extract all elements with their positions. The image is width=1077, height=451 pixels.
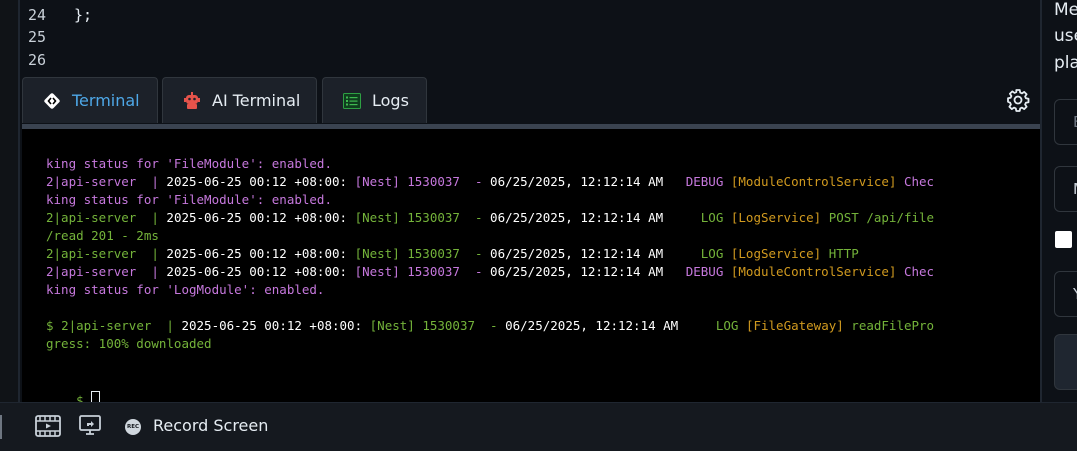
panel-button[interactable] (1054, 334, 1077, 390)
video-player-icon[interactable] (35, 413, 61, 439)
record-icon[interactable]: REC (125, 419, 141, 435)
terminal-line: 2|api-server | 2025-06-25 00:12 +08:00: … (46, 245, 859, 263)
terminal-line: 2|api-server | 2025-06-25 00:12 +08:00: … (46, 263, 934, 281)
terminal-line: king status for 'FileModule': enabled. (46, 155, 332, 173)
toolbar-divider (0, 415, 2, 439)
terminal-tab-bar: Terminal AI Terminal Logs (22, 76, 1040, 124)
left-gutter-strip (0, 0, 20, 402)
terminal-text-segment: gress: 100% downloaded (46, 336, 212, 351)
terminal-text-segment: HTTP (828, 246, 859, 261)
terminal-text-segment: king status for 'FileModule': enabled. (46, 192, 332, 207)
terminal-line: $ 2|api-server | 2025-06-25 00:12 +08:00… (46, 317, 934, 335)
terminal-text-segment: DEBUG (685, 174, 731, 189)
panel-text-line: Me (1054, 0, 1077, 20)
terminal-text-segment: 2|api-server | (46, 174, 167, 189)
terminal-line: king status for 'FileModule': enabled. (46, 191, 332, 209)
terminal-text-segment: LOG (715, 318, 746, 333)
terminal-text-segment: 2025-06-25 00:12 +08:00: (166, 264, 355, 279)
panel-input-field[interactable]: E (1054, 99, 1077, 145)
terminal-text-segment: [Nest] 1530037 - (354, 246, 491, 261)
terminal-text-segment: [Nest] 1530037 - (354, 174, 491, 189)
robot-icon (183, 91, 201, 110)
gear-icon[interactable] (1006, 88, 1030, 112)
terminal-output[interactable]: king status for 'FileModule': enabled. 2|… (22, 124, 1040, 408)
panel-text-line: use (1054, 26, 1077, 46)
terminal-line: /read 201 - 2ms (46, 227, 159, 245)
bottom-toolbar: REC Record Screen (0, 402, 1077, 451)
terminal-prompt-line[interactable]: $ (46, 373, 101, 408)
terminal-text-segment: $ (46, 318, 62, 333)
terminal-text-segment: 2|api-server | (46, 210, 167, 225)
terminal-line: king status for 'LogModule': enabled. (46, 281, 324, 299)
code-text: }; (74, 6, 93, 24)
terminal-text-segment: 2|api-server | (46, 264, 167, 279)
code-brackets-icon (43, 92, 61, 110)
tab-label: Logs (372, 91, 409, 110)
terminal-text-segment: 2025-06-25 00:12 +08:00: (166, 246, 355, 261)
right-side-panel: Me use pla E M Y (1040, 0, 1077, 402)
line-number: 25 (28, 28, 47, 46)
tab-ai-terminal[interactable]: AI Terminal (162, 77, 317, 123)
terminal-text-segment: [Nest] 1530037 - (369, 318, 506, 333)
terminal-text-segment: Chec (903, 174, 935, 189)
tab-logs[interactable]: Logs (322, 77, 427, 123)
terminal-text-segment: 2|api-server | (61, 318, 182, 333)
tab-label: AI Terminal (212, 91, 301, 110)
terminal-text-segment: LOG (700, 210, 731, 225)
code-editor[interactable]: 24 }; 25 26 (22, 0, 1040, 76)
terminal-text-segment: king status for 'FileModule': enabled. (46, 156, 332, 171)
terminal-text-segment: /read 201 - 2ms (46, 228, 159, 243)
terminal-text-segment: LOG (700, 246, 731, 261)
panel-text-line: pla (1054, 53, 1077, 73)
panel-select-field[interactable]: Y (1054, 271, 1077, 317)
terminal-text-segment: DEBUG (685, 264, 731, 279)
terminal-text-segment: 2025-06-25 00:12 +08:00: (166, 210, 355, 225)
terminal-text-segment: POST /api/file (828, 210, 935, 225)
terminal-text-segment: [ModuleControlService] (730, 174, 904, 189)
panel-input-field[interactable]: M (1054, 166, 1077, 212)
terminal-text-segment: 06/25/2025, 12:12:14 AM (490, 210, 701, 225)
terminal-line: 2|api-server | 2025-06-25 00:12 +08:00: … (46, 173, 934, 191)
terminal-text-segment: [FileGateway] (745, 318, 852, 333)
tab-label: Terminal (72, 91, 140, 110)
terminal-text-segment: 06/25/2025, 12:12:14 AM (490, 246, 701, 261)
record-screen-button[interactable]: Record Screen (153, 416, 268, 435)
terminal-text-segment: 2|api-server | (46, 246, 167, 261)
terminal-text-segment: [Nest] 1530037 - (354, 210, 491, 225)
line-number: 24 (28, 6, 47, 24)
terminal-text-segment: Chec (903, 264, 935, 279)
logs-icon (343, 92, 361, 110)
terminal-text-segment: readFilePro (851, 318, 935, 333)
terminal-text-segment: [LogService] (730, 246, 829, 261)
terminal-text-segment: 2025-06-25 00:12 +08:00: (166, 174, 355, 189)
terminal-text-segment: 06/25/2025, 12:12:14 AM (490, 264, 686, 279)
terminal-text-segment: 06/25/2025, 12:12:14 AM (505, 318, 716, 333)
terminal-line: gress: 100% downloaded (46, 335, 212, 353)
panel-checkbox[interactable] (1055, 231, 1072, 248)
terminal-text-segment: 06/25/2025, 12:12:14 AM (490, 174, 686, 189)
line-number: 26 (28, 51, 47, 69)
terminal-text-segment: 2025-06-25 00:12 +08:00: (181, 318, 370, 333)
terminal-text-segment: [ModuleControlService] (730, 264, 904, 279)
terminal-text-segment: [LogService] (730, 210, 829, 225)
terminal-text-segment: king status for 'LogModule': enabled. (46, 282, 325, 297)
screen-share-icon[interactable] (78, 413, 104, 439)
terminal-text-segment: [Nest] 1530037 - (354, 264, 491, 279)
terminal-line: 2|api-server | 2025-06-25 00:12 +08:00: … (46, 209, 934, 227)
tab-terminal[interactable]: Terminal (22, 77, 158, 123)
